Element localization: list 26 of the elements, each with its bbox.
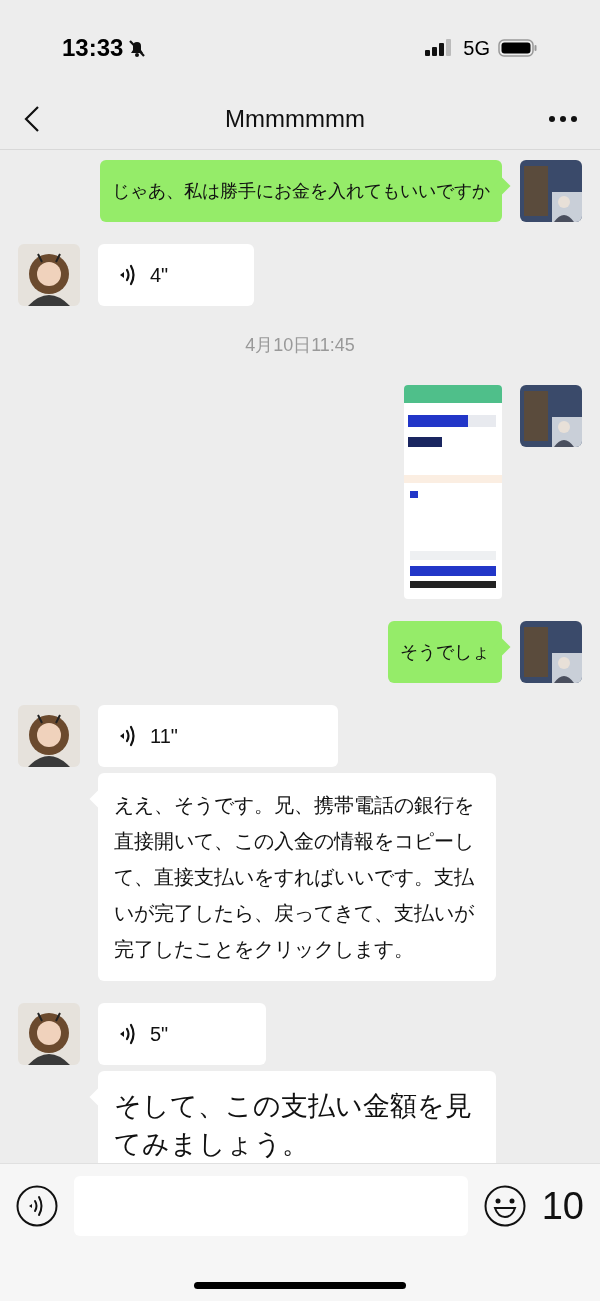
voice-message[interactable]: 11" xyxy=(98,705,338,767)
emoji-icon[interactable] xyxy=(483,1185,526,1227)
network-label: 5G xyxy=(463,36,490,61)
avatar[interactable] xyxy=(18,1003,80,1065)
voice-wave-icon xyxy=(118,724,138,748)
avatar[interactable] xyxy=(520,621,582,683)
muted-bell-icon xyxy=(127,38,148,58)
voice-duration: 11" xyxy=(150,724,178,749)
more-icon[interactable] xyxy=(548,114,578,123)
counter: 10 xyxy=(541,1183,584,1229)
voice-message[interactable]: 4" xyxy=(98,244,254,306)
voice-message[interactable]: 5" xyxy=(98,1003,266,1065)
avatar[interactable] xyxy=(520,385,582,447)
chat-title: Mmmmmmm xyxy=(225,103,365,134)
timestamp: 4月10日11:45 xyxy=(245,334,355,357)
avatar[interactable] xyxy=(520,160,582,222)
voice-input-icon[interactable] xyxy=(16,1185,58,1227)
voice-duration: 4" xyxy=(150,263,169,288)
status-time: 13:33 xyxy=(62,33,124,63)
voice-wave-icon xyxy=(118,263,138,287)
voice-duration: 5" xyxy=(150,1022,169,1047)
battery-icon xyxy=(498,38,538,58)
voice-wave-icon xyxy=(118,1022,138,1046)
back-icon[interactable] xyxy=(22,103,42,134)
avatar[interactable] xyxy=(18,705,80,767)
avatar[interactable] xyxy=(18,244,80,306)
